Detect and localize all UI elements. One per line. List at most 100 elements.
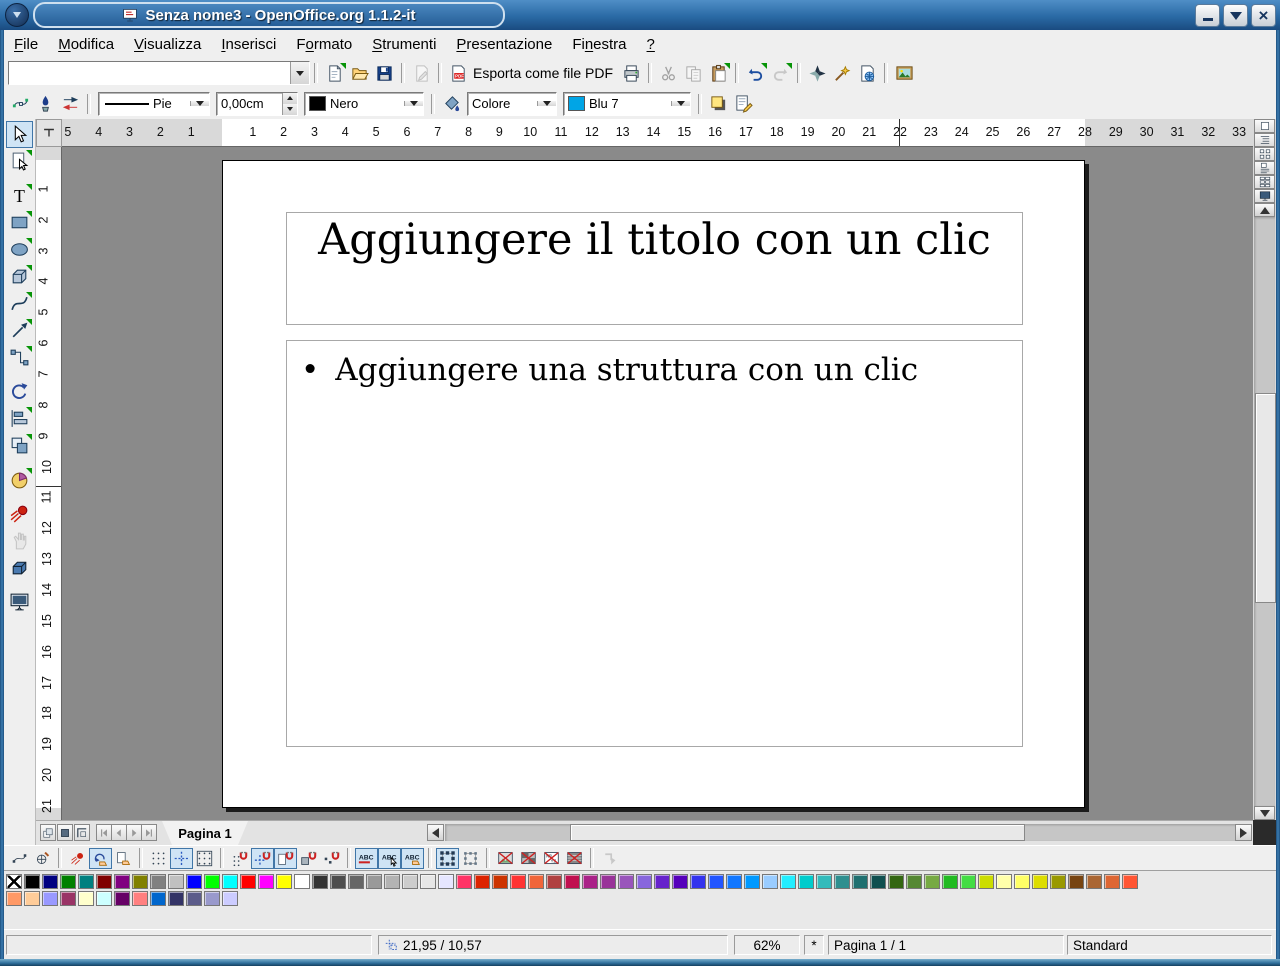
3d-objects-button[interactable] [6,263,33,290]
scroll-right-button[interactable] [1235,824,1252,841]
menu-file[interactable]: File [4,33,48,56]
edit-file-button[interactable] [409,61,434,86]
arrange-button[interactable] [6,432,33,459]
line-contour-button[interactable] [563,848,586,869]
alignment-button[interactable] [6,405,33,432]
color-swatch[interactable] [60,891,76,906]
lines-arrows-button[interactable] [6,317,33,344]
menu-presentazione[interactable]: Presentazione [446,33,562,56]
color-swatch[interactable] [186,891,202,906]
color-swatch[interactable] [258,874,274,889]
color-swatch[interactable] [852,874,868,889]
line-width-down-icon[interactable] [283,104,297,115]
menu-inserisci[interactable]: Inserisci [211,33,286,56]
fill-color-dropdown-icon[interactable] [671,101,690,106]
notes-view-button[interactable] [1254,161,1275,175]
color-swatch[interactable] [1122,874,1138,889]
color-swatch[interactable] [222,891,238,906]
color-swatch[interactable] [1068,874,1084,889]
edit-points-button[interactable] [8,91,33,116]
color-swatch[interactable] [240,874,256,889]
color-swatch[interactable] [6,891,22,906]
shadow-button[interactable] [706,91,731,116]
select-button[interactable] [6,121,33,148]
contour-mode-button[interactable] [517,848,540,869]
first-page-button[interactable] [96,824,112,841]
fill-type-combo[interactable]: Colore [467,92,557,116]
color-swatch[interactable] [834,874,850,889]
outline-placeholder[interactable]: •Aggiungere una struttura con un clic [286,340,1023,747]
line-color-dropdown-icon[interactable] [404,101,423,106]
large-handles-button[interactable] [459,848,482,869]
interaction-button[interactable] [6,527,33,554]
status-position-cell[interactable]: 21,95 / 10,57 [378,935,728,955]
horizontal-scrollbar-thumb[interactable] [570,824,1025,841]
double-click-edit-text-button[interactable]: ABC [401,848,424,869]
undo-button[interactable] [743,61,768,86]
open-button[interactable] [347,61,372,86]
gallery-button[interactable] [892,61,917,86]
snap-to-object-points-button[interactable] [320,848,343,869]
color-swatch[interactable] [636,874,652,889]
color-swatch[interactable] [1050,874,1066,889]
text-button[interactable]: T [6,182,33,209]
line-style-dropdown-icon[interactable] [190,101,209,106]
color-swatch[interactable] [132,891,148,906]
transition-mode-button[interactable] [112,848,135,869]
color-swatch[interactable] [906,874,922,889]
menu-modifica[interactable]: Modifica [48,33,124,56]
color-swatch-invisible[interactable] [6,874,22,889]
color-swatch[interactable] [942,874,958,889]
paste-button[interactable] [706,61,731,86]
outline-view-button[interactable] [1254,133,1275,147]
color-swatch[interactable] [42,891,58,906]
workspace[interactable]: Aggiungere il titolo con un clic •Aggiun… [62,147,1253,820]
slide-view-button[interactable] [1254,147,1275,161]
drawing-view-button[interactable] [1254,119,1275,133]
effects-button[interactable] [6,500,33,527]
last-page-button[interactable] [141,824,157,841]
simple-handles-button[interactable] [436,848,459,869]
color-swatch[interactable] [762,874,778,889]
rectangle-button[interactable] [6,209,33,236]
menu-visualizza[interactable]: Visualizza [124,33,211,56]
snap-lines-visible-button[interactable] [228,848,251,869]
snap-to-snap-lines-button[interactable] [251,848,274,869]
color-swatch[interactable] [582,874,598,889]
color-swatch[interactable] [168,891,184,906]
color-swatch[interactable] [816,874,832,889]
ruler-origin[interactable] [36,119,62,147]
print-button[interactable] [619,61,644,86]
quick-editing-button[interactable]: ABC [355,848,378,869]
color-swatch[interactable] [78,874,94,889]
color-swatch[interactable] [204,891,220,906]
show-grid-button[interactable] [147,848,170,869]
edit-points-button[interactable] [8,848,31,869]
color-swatch[interactable] [1104,874,1120,889]
color-swatch[interactable] [924,874,940,889]
horizontal-scrollbar-track[interactable] [445,824,1236,841]
status-zoom-cell[interactable]: 62% [734,935,800,955]
start-presentation-button[interactable] [1254,189,1275,203]
effects-window-button[interactable] [66,848,89,869]
color-swatch[interactable] [420,874,436,889]
ellipse-button[interactable] [6,236,33,263]
color-swatch[interactable] [546,874,562,889]
rotate-button[interactable] [6,378,33,405]
color-swatch[interactable] [150,874,166,889]
color-swatch[interactable] [330,874,346,889]
ink-pen-button[interactable] [33,91,58,116]
color-swatch[interactable] [978,874,994,889]
menu-finestra[interactable]: Finestra [562,33,636,56]
line-width-field[interactable]: 0,00cm [216,92,298,116]
vertical-ruler[interactable]: 123456789101112131415161718192021 [36,147,62,820]
select-text-area-button[interactable]: ABC [378,848,401,869]
new-document-button[interactable] [322,61,347,86]
color-swatch[interactable] [780,874,796,889]
color-swatch[interactable] [366,874,382,889]
color-swatch[interactable] [996,874,1012,889]
color-swatch[interactable] [708,874,724,889]
hyperlink-button[interactable] [855,61,880,86]
color-swatch[interactable] [960,874,976,889]
color-swatch[interactable] [798,874,814,889]
